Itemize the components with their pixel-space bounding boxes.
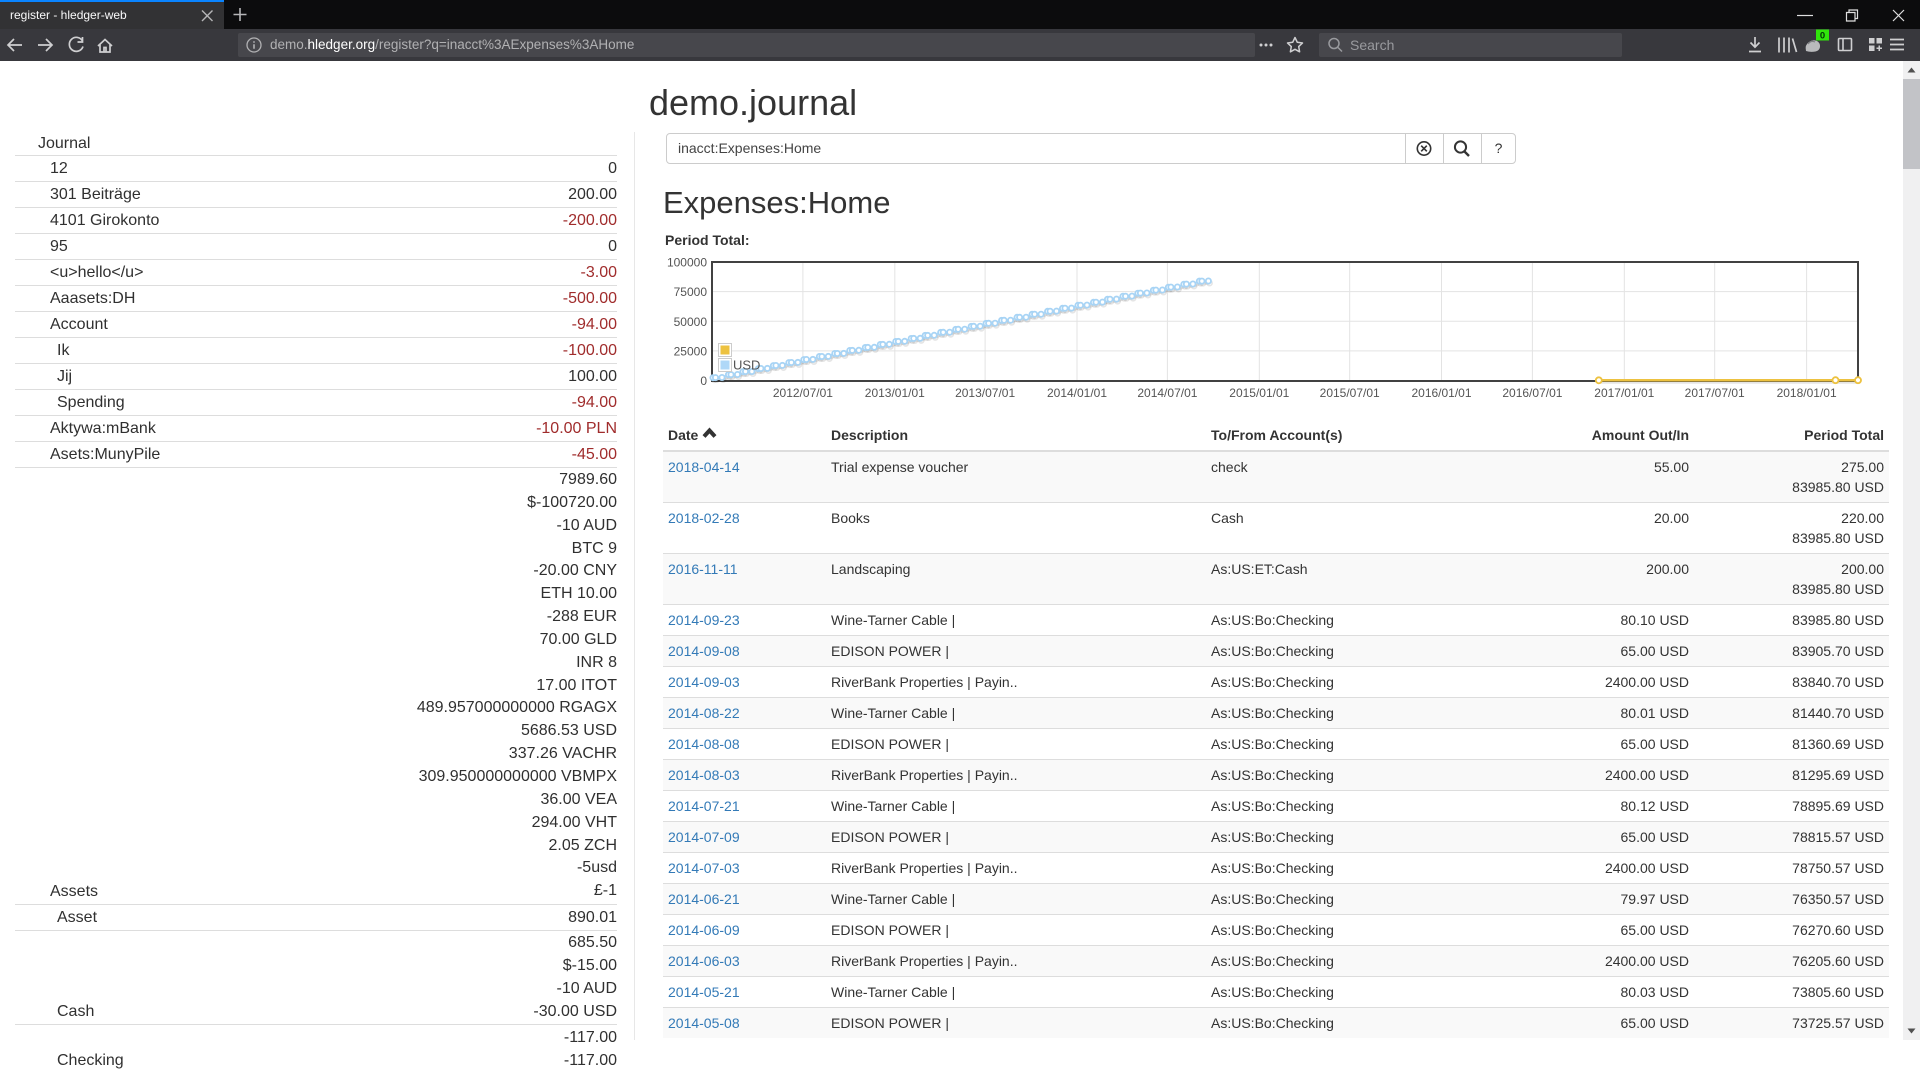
- svg-text:2013/07/01: 2013/07/01: [955, 386, 1015, 400]
- svg-text:2012/07/01: 2012/07/01: [773, 386, 833, 400]
- svg-text:50000: 50000: [674, 315, 708, 329]
- svg-text:2017/07/01: 2017/07/01: [1685, 386, 1745, 400]
- svg-text:0: 0: [700, 374, 707, 388]
- svg-text:75000: 75000: [674, 285, 708, 299]
- svg-text:2018/01/01: 2018/01/01: [1777, 386, 1837, 400]
- svg-text:USD: USD: [733, 358, 760, 373]
- svg-text:2013/01/01: 2013/01/01: [865, 386, 925, 400]
- svg-text:0: 0: [1820, 31, 1825, 42]
- svg-text:2016/07/01: 2016/07/01: [1502, 386, 1562, 400]
- svg-text:2017/01/01: 2017/01/01: [1594, 386, 1654, 400]
- svg-text:2015/07/01: 2015/07/01: [1320, 386, 1380, 400]
- svg-text:100000: 100000: [667, 256, 707, 270]
- svg-text:2016/01/01: 2016/01/01: [1411, 386, 1471, 400]
- svg-text:25000: 25000: [674, 344, 708, 358]
- svg-text:2014/07/01: 2014/07/01: [1137, 386, 1197, 400]
- svg-text:2015/01/01: 2015/01/01: [1229, 386, 1289, 400]
- svg-text:2014/01/01: 2014/01/01: [1047, 386, 1107, 400]
